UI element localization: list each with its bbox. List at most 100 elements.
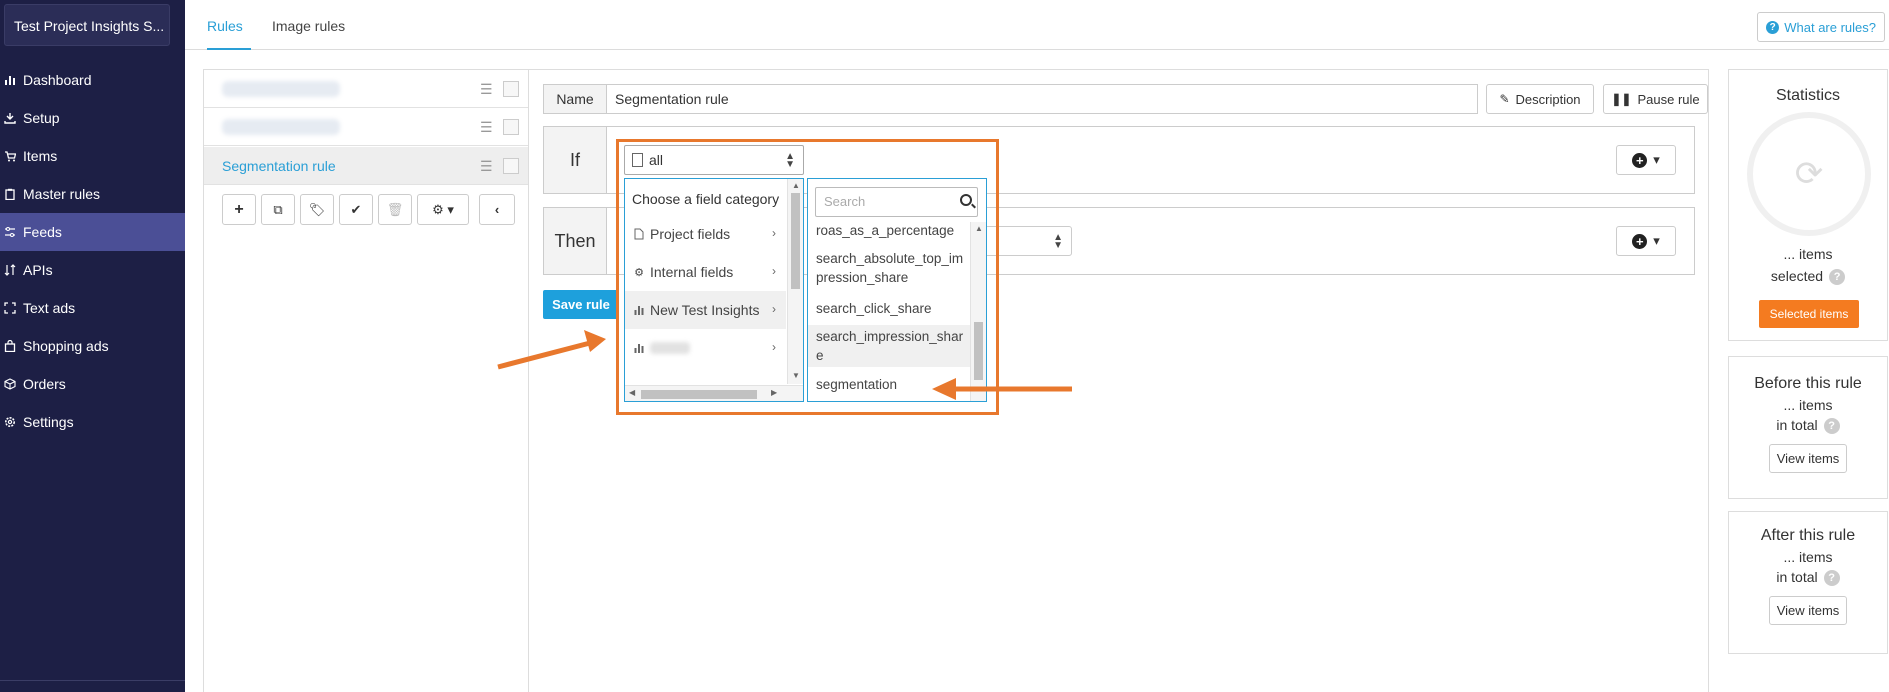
delete-rule-button[interactable]: 🗑 xyxy=(378,194,412,225)
blurred-rule-name xyxy=(222,81,340,97)
help-icon[interactable]: ? xyxy=(1823,570,1840,587)
plus-circle-icon: + xyxy=(1632,152,1648,168)
statistics-title: Statistics xyxy=(1775,87,1840,104)
copy-rule-button[interactable]: ⧉ xyxy=(261,194,295,225)
sidebar-item-orders[interactable]: Orders xyxy=(0,365,185,403)
sidebar-item-text-ads[interactable]: Text ads xyxy=(0,289,185,327)
after-total-caption: in total? xyxy=(1729,569,1887,587)
view-items-before-button[interactable]: View items xyxy=(1769,444,1847,474)
download-icon xyxy=(3,111,17,125)
sidebar-item-label: Settings xyxy=(23,414,74,430)
rule-checkbox[interactable] xyxy=(503,81,519,97)
sort-icon xyxy=(3,263,17,277)
in-total-label: in total xyxy=(1776,417,1818,433)
what-are-rules-label: What are rules? xyxy=(1784,19,1876,35)
sidebar-item-label: Orders xyxy=(23,376,66,392)
box-icon xyxy=(3,377,17,391)
rule-checkbox[interactable] xyxy=(503,119,519,135)
sidebar-item-dashboard[interactable]: Dashboard xyxy=(0,61,185,99)
pause-rule-button[interactable]: ❚❚ Pause rule xyxy=(1603,84,1708,114)
sidebar-nav: Dashboard Setup Items Master rules Feeds xyxy=(0,61,185,441)
sidebar-item-setup[interactable]: Setup xyxy=(0,99,185,137)
rule-checkbox[interactable] xyxy=(503,158,519,174)
rule-name[interactable]: Segmentation rule xyxy=(222,158,336,174)
add-condition-button[interactable]: + ▾ xyxy=(1616,145,1676,175)
gear-icon: ⚙ ▾ xyxy=(432,201,454,217)
selected-items-caption: selected? xyxy=(1729,268,1887,286)
before-rule-panel: Before this rule ... items in total? Vie… xyxy=(1728,356,1888,499)
selected-items-button[interactable]: Selected items xyxy=(1759,300,1859,328)
sidebar-footer xyxy=(0,680,185,692)
select-arrows-icon: ▲ ▼ xyxy=(1053,232,1063,251)
sidebar-item-master-rules[interactable]: Master rules xyxy=(0,175,185,213)
sidebar-item-label: Dashboard xyxy=(23,72,92,88)
sidebar-item-items[interactable]: Items xyxy=(0,137,185,175)
check-icon: ✔ xyxy=(350,201,362,217)
sidebar-item-label: Shopping ads xyxy=(23,338,109,354)
tab-rules[interactable]: Rules xyxy=(207,0,251,50)
sidebar-item-settings[interactable]: Settings xyxy=(0,403,185,441)
sliders-icon xyxy=(3,225,17,239)
edit-icon: ✎ xyxy=(1499,92,1510,106)
rules-list-panel: ☰ ☰ Segmentation rule ☰ + ⧉ 🏷 ✔ 🗑 ⚙ ▾ ‹ xyxy=(203,69,529,692)
sidebar-item-label: APIs xyxy=(23,262,53,278)
sidebar-item-label: Feeds xyxy=(23,224,62,240)
rule-row[interactable]: ☰ xyxy=(204,108,528,146)
help-icon[interactable]: ? xyxy=(1823,418,1840,435)
tab-image-rules-label: Image rules xyxy=(272,18,346,34)
collapse-button[interactable]: ‹ xyxy=(479,194,515,225)
rule-settings-dropdown[interactable]: ⚙ ▾ xyxy=(417,194,469,225)
drag-handle-icon[interactable]: ☰ xyxy=(480,119,493,136)
then-label: Then xyxy=(544,208,607,274)
sidebar-item-apis[interactable]: APIs xyxy=(0,251,185,289)
before-items-count: ... items xyxy=(1783,397,1833,413)
sidebar-item-feeds[interactable]: Feeds xyxy=(0,213,185,251)
before-rule-title: Before this rule xyxy=(1754,375,1862,392)
tab-rules-label: Rules xyxy=(207,18,243,34)
drag-handle-icon[interactable]: ☰ xyxy=(480,158,493,175)
rule-row[interactable]: ☰ xyxy=(204,70,528,108)
cart-icon xyxy=(3,149,17,163)
rule-row-selected[interactable]: Segmentation rule ☰ xyxy=(204,147,528,185)
top-tabs: Rules Image rules ? What are rules? xyxy=(185,0,1889,50)
rule-name-input[interactable]: Segmentation rule xyxy=(606,84,1478,114)
save-rule-button[interactable]: Save rule xyxy=(543,290,619,319)
clipboard-icon xyxy=(3,187,17,201)
tag-rule-button[interactable]: 🏷 xyxy=(300,194,334,225)
add-action-button[interactable]: + ▾ xyxy=(1616,226,1676,256)
name-label: Name xyxy=(543,84,607,114)
sidebar: Test Project Insights S... Dashboard Set… xyxy=(0,0,185,692)
chevron-left-icon: ‹ xyxy=(494,202,500,217)
add-rule-button[interactable]: + xyxy=(222,194,256,225)
view-items-after-button[interactable]: View items xyxy=(1769,596,1847,626)
in-total-label: in total xyxy=(1776,569,1818,585)
what-are-rules-button[interactable]: ? What are rules? xyxy=(1757,12,1885,42)
refresh-icon: ⟳ xyxy=(1794,155,1824,193)
highlight-annotation-box xyxy=(616,139,999,415)
sidebar-item-shopping-ads[interactable]: Shopping ads xyxy=(0,327,185,365)
after-rule-title: After this rule xyxy=(1760,527,1856,544)
statistics-panel: Statistics ⟳ ... items selected? Selecte… xyxy=(1728,69,1888,341)
tags-icon: 🏷 xyxy=(308,201,326,217)
bag-icon xyxy=(3,339,17,353)
help-icon[interactable]: ? xyxy=(1829,269,1846,286)
expand-icon xyxy=(3,301,17,315)
plus-icon: + xyxy=(234,200,244,218)
after-rule-panel: After this rule ... items in total? View… xyxy=(1728,511,1888,654)
tab-image-rules[interactable]: Image rules xyxy=(272,0,352,50)
check-rule-button[interactable]: ✔ xyxy=(339,194,373,225)
drag-handle-icon[interactable]: ☰ xyxy=(480,81,493,98)
sidebar-item-label: Master rules xyxy=(23,186,101,202)
blurred-rule-name xyxy=(222,119,340,135)
description-button-label: Description xyxy=(1515,91,1581,107)
pause-icon: ❚❚ xyxy=(1611,92,1632,106)
bar-chart-icon xyxy=(3,73,17,87)
plus-circle-icon: + xyxy=(1632,233,1648,249)
caret-down-icon: ▾ xyxy=(1653,233,1660,248)
pause-rule-label: Pause rule xyxy=(1637,91,1700,107)
project-selector[interactable]: Test Project Insights S... xyxy=(4,4,170,46)
selected-items-count: ... items xyxy=(1783,246,1833,262)
sidebar-item-label: Setup xyxy=(23,110,60,126)
description-button[interactable]: ✎ Description xyxy=(1486,84,1594,114)
loading-spinner: ⟳ xyxy=(1747,112,1871,236)
